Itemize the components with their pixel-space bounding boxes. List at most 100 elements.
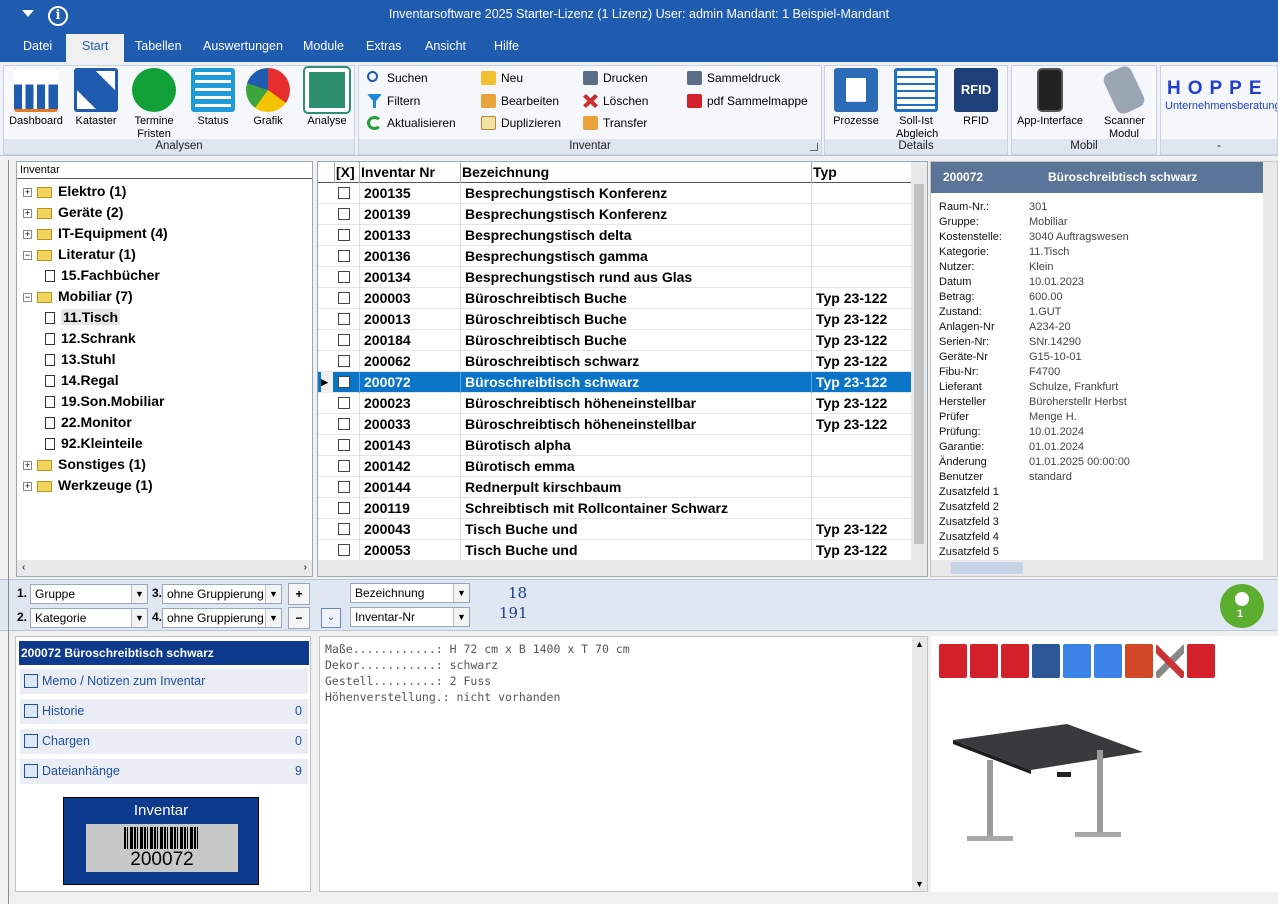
table-row[interactable]: 200043 Tisch Buche und Typ 23-122 bbox=[318, 519, 912, 540]
tools-file-icon[interactable] bbox=[1156, 644, 1184, 678]
col-inventar-nr[interactable]: Inventar Nr bbox=[359, 162, 459, 183]
menu-auswertungen[interactable]: Auswertungen bbox=[203, 39, 283, 53]
transfer-button[interactable]: Transfer bbox=[581, 113, 647, 133]
row-checkbox[interactable] bbox=[338, 292, 350, 304]
table-row[interactable]: 200023 Büroschreibtisch höheneinstellbar T… bbox=[318, 393, 912, 414]
expand-toggle-icon[interactable]: − bbox=[23, 250, 32, 260]
filtern-button[interactable]: Filtern bbox=[365, 91, 420, 111]
row-checkbox[interactable] bbox=[338, 208, 350, 220]
pdf-sammelmappe-button[interactable]: pdf Sammelmappe bbox=[685, 91, 808, 111]
termine-fristen-button[interactable]: Termine Fristen bbox=[126, 68, 182, 141]
user-status-icon[interactable]: 1 bbox=[1220, 584, 1264, 628]
historie-link[interactable]: Historie 0 bbox=[20, 699, 308, 724]
tree-node[interactable]: 15.Fachbücher bbox=[45, 265, 160, 286]
tree-node[interactable]: 11.Tisch bbox=[45, 307, 121, 328]
dateianhaenge-link[interactable]: Dateianhänge 9 bbox=[20, 759, 308, 784]
pdf-file-icon[interactable] bbox=[1001, 644, 1029, 678]
details-vertical-scrollbar[interactable] bbox=[1263, 162, 1277, 560]
sort1-select[interactable]: Bezeichnung ▼ bbox=[350, 583, 470, 603]
row-checkbox[interactable] bbox=[338, 418, 350, 430]
chargen-link[interactable]: Chargen 0 bbox=[20, 729, 308, 754]
tree-node[interactable]: − Mobiliar (7) bbox=[23, 286, 133, 307]
table-row[interactable]: 200003 Büroschreibtisch Buche Typ 23-122 bbox=[318, 288, 912, 309]
table-row[interactable]: 200013 Büroschreibtisch Buche Typ 23-122 bbox=[318, 309, 912, 330]
neu-button[interactable]: Neu bbox=[479, 68, 523, 88]
rfid-button[interactable]: RFID RFID bbox=[949, 68, 1003, 128]
row-checkbox[interactable] bbox=[338, 460, 350, 472]
row-checkbox[interactable] bbox=[338, 481, 350, 493]
memo-link[interactable]: Memo / Notizen zum Inventar bbox=[20, 669, 308, 694]
group2-select[interactable]: Kategorie ▼ bbox=[30, 608, 148, 628]
group4-select[interactable]: ohne Gruppierung ▼ bbox=[162, 608, 282, 628]
scanner-modul-button[interactable]: Scanner Modul bbox=[1094, 63, 1154, 141]
table-row[interactable]: 200033 Büroschreibtisch höheneinstellbar T… bbox=[318, 414, 912, 435]
table-row[interactable]: 200134 Besprechungstisch rund aus Glas bbox=[318, 267, 912, 288]
grafik-button[interactable]: Grafik bbox=[242, 68, 294, 128]
status-button[interactable]: Status bbox=[188, 68, 238, 128]
group1-select[interactable]: Gruppe ▼ bbox=[30, 584, 148, 604]
tree-node[interactable]: + Geräte (2) bbox=[23, 202, 123, 223]
tree-node[interactable]: + Werkzeuge (1) bbox=[23, 475, 153, 496]
pdf-file-icon[interactable] bbox=[970, 644, 998, 678]
menu-hilfe[interactable]: Hilfe bbox=[494, 39, 519, 53]
bearbeiten-button[interactable]: Bearbeiten bbox=[479, 91, 559, 111]
soll-ist-abgleich-button[interactable]: Soll-Ist Abgleich bbox=[889, 68, 943, 141]
details-h-scroll-thumb[interactable] bbox=[951, 562, 1023, 574]
tree-node[interactable]: 13.Stuhl bbox=[45, 349, 115, 370]
add-group-button[interactable]: + bbox=[288, 583, 310, 605]
grid-vertical-scrollbar[interactable] bbox=[911, 162, 927, 560]
tree-node[interactable]: + Elektro (1) bbox=[23, 181, 126, 202]
ppt-file-icon[interactable] bbox=[1125, 644, 1153, 678]
scroll-up-icon[interactable]: ▲ bbox=[915, 639, 924, 649]
scroll-down-icon[interactable]: ▼ bbox=[915, 879, 924, 889]
remove-group-button[interactable]: − bbox=[288, 607, 310, 629]
table-row[interactable]: 200184 Büroschreibtisch Buche Typ 23-122 bbox=[318, 330, 912, 351]
table-row[interactable]: 200133 Besprechungstisch delta bbox=[318, 225, 912, 246]
row-checkbox[interactable] bbox=[338, 271, 350, 283]
prozesse-button[interactable]: Prozesse bbox=[829, 68, 883, 128]
row-checkbox[interactable] bbox=[338, 250, 350, 262]
expand-toggle-icon[interactable]: + bbox=[23, 481, 32, 491]
analyse-button[interactable]: Analyse bbox=[300, 66, 354, 128]
row-checkbox[interactable] bbox=[338, 376, 350, 388]
table-row[interactable]: 200062 Büroschreibtisch schwarz Typ 23-122 bbox=[318, 351, 912, 372]
tree-node[interactable]: + Sonstiges (1) bbox=[23, 454, 146, 475]
row-checkbox[interactable] bbox=[338, 523, 350, 535]
sort2-select[interactable]: Inventar-Nr ▼ bbox=[350, 607, 470, 627]
tree-node[interactable]: 19.Son.Mobiliar bbox=[45, 391, 164, 412]
row-checkbox[interactable] bbox=[338, 334, 350, 346]
col-bezeichnung[interactable]: Bezeichnung bbox=[460, 162, 811, 183]
memo-scrollbar[interactable]: ▲ ▼ bbox=[912, 637, 927, 891]
menu-tabellen[interactable]: Tabellen bbox=[135, 39, 182, 53]
menu-module[interactable]: Module bbox=[303, 39, 344, 53]
table-row[interactable]: 200119 Schreibtisch mit Rollcontainer Sch… bbox=[318, 498, 912, 519]
table-row[interactable]: 200143 Bürotisch alpha bbox=[318, 435, 912, 456]
menu-extras[interactable]: Extras bbox=[366, 39, 401, 53]
scroll-right-icon[interactable]: › bbox=[304, 562, 307, 573]
drucken-button[interactable]: Drucken bbox=[581, 68, 648, 88]
expand-toggle-icon[interactable]: + bbox=[23, 187, 32, 197]
expand-toggle-icon[interactable]: + bbox=[23, 460, 32, 470]
dashboard-button[interactable]: Dashboard bbox=[6, 68, 66, 128]
row-checkbox[interactable] bbox=[338, 397, 350, 409]
app-interface-button[interactable]: App-Interface bbox=[1014, 68, 1086, 128]
tree-node[interactable]: 12.Schrank bbox=[45, 328, 136, 349]
expand-toggle-icon[interactable]: + bbox=[23, 229, 32, 239]
tree-node[interactable]: 92.Kleinteile bbox=[45, 433, 143, 454]
pdf-file-icon[interactable] bbox=[1187, 644, 1215, 678]
row-checkbox[interactable] bbox=[338, 187, 350, 199]
tree-node[interactable]: − Literatur (1) bbox=[23, 244, 136, 265]
menu-start[interactable]: Start bbox=[66, 34, 125, 62]
row-checkbox[interactable] bbox=[338, 439, 350, 451]
row-checkbox[interactable] bbox=[338, 544, 350, 556]
table-row[interactable]: 200139 Besprechungstisch Konferenz bbox=[318, 204, 912, 225]
table-row[interactable]: 200053 Tisch Buche und Typ 23-122 bbox=[318, 540, 912, 561]
kataster-button[interactable]: Kataster bbox=[70, 68, 122, 128]
tree-node[interactable]: 14.Regal bbox=[45, 370, 119, 391]
menu-ansicht[interactable]: Ansicht bbox=[425, 39, 466, 53]
tree-node[interactable]: + IT-Equipment (4) bbox=[23, 223, 168, 244]
row-checkbox[interactable] bbox=[338, 313, 350, 325]
col-typ[interactable]: Typ bbox=[811, 162, 912, 183]
row-checkbox[interactable] bbox=[338, 502, 350, 514]
duplizieren-button[interactable]: Duplizieren bbox=[479, 113, 561, 133]
